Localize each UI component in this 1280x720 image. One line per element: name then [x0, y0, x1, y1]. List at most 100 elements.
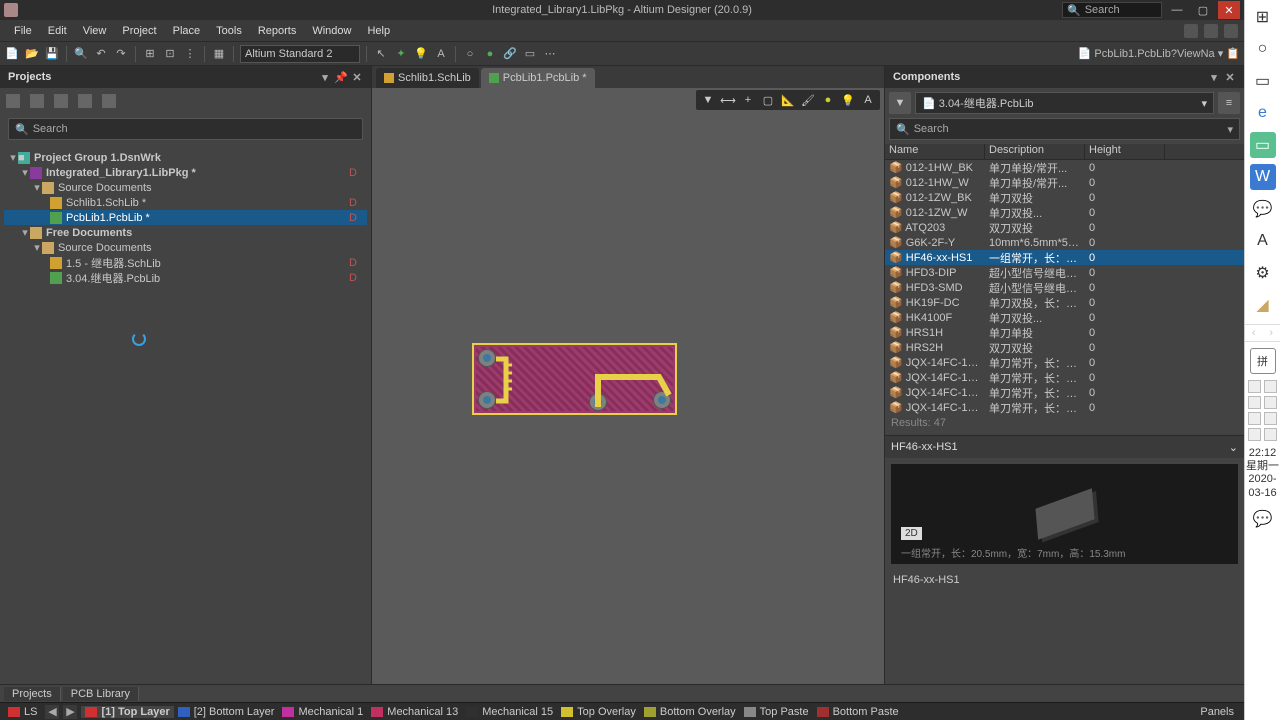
menu-place[interactable]: Place: [165, 23, 209, 39]
component-row[interactable]: 📦 JQX-14FC-1AH_BK单刀常开，长：29m...0: [885, 385, 1244, 400]
col-name-header[interactable]: Name: [885, 144, 985, 159]
tree-file[interactable]: 1.5 - 继电器.SchLibD: [4, 255, 367, 270]
component-row[interactable]: 📦 HK19F-DC单刀双投，长：20.2...0: [885, 295, 1244, 310]
app-green-icon[interactable]: ▭: [1250, 132, 1276, 158]
wechat-icon[interactable]: 💬: [1250, 196, 1276, 222]
text-icon[interactable]: A: [860, 92, 876, 108]
menu-view[interactable]: View: [75, 23, 115, 39]
tree-free-documents[interactable]: ▾ Free Documents: [4, 225, 367, 240]
menu-help[interactable]: Help: [359, 23, 398, 39]
global-search-input[interactable]: 🔍 Search: [1062, 2, 1162, 18]
tray-up-icon[interactable]: ‹: [1252, 327, 1256, 339]
preview-3d-canvas[interactable]: 2D 一组常开，长：20.5mm，宽：7mm，高：15.3mm: [891, 464, 1238, 564]
bulb-icon[interactable]: 💡: [840, 92, 856, 108]
menu-tools[interactable]: Tools: [208, 23, 250, 39]
tray-icon[interactable]: [1248, 396, 1261, 409]
search-os-icon[interactable]: ○: [1250, 36, 1276, 62]
panel-dropdown-icon[interactable]: ▾: [319, 71, 331, 83]
component-row[interactable]: 📦 HRS2H双刀双投0: [885, 340, 1244, 355]
grid-small-icon[interactable]: ⊞: [142, 46, 158, 62]
project-compile-icon[interactable]: [78, 94, 92, 108]
maximize-button[interactable]: ▢: [1192, 1, 1214, 19]
app-d-icon[interactable]: A: [1250, 228, 1276, 254]
grid-large-icon[interactable]: ⊡: [162, 46, 178, 62]
tree-folder[interactable]: ▾ Source Documents: [4, 180, 367, 195]
layer-chip[interactable]: Mechanical 13: [367, 706, 462, 718]
brush-icon[interactable]: 🖌: [800, 92, 816, 108]
save-icon[interactable]: 💾: [44, 46, 60, 62]
pad-1[interactable]: [478, 349, 496, 367]
bulb-icon[interactable]: 💡: [413, 46, 429, 62]
measure-icon[interactable]: 📐: [780, 92, 796, 108]
plus-icon[interactable]: +: [740, 92, 756, 108]
windows-icon[interactable]: ⊞: [1250, 4, 1276, 30]
menu-edit[interactable]: Edit: [40, 23, 75, 39]
preview-header[interactable]: HF46-xx-HS1 ⌄: [885, 436, 1244, 458]
layer-next-icon[interactable]: ▶: [63, 705, 77, 719]
menu-icon[interactable]: ≡: [1218, 92, 1240, 114]
misc-icon[interactable]: ⋯: [542, 46, 558, 62]
text-a-icon[interactable]: A: [433, 46, 449, 62]
rect-icon[interactable]: ▭: [522, 46, 538, 62]
tray-down-icon[interactable]: ›: [1269, 327, 1273, 339]
pcb-canvas[interactable]: ▼ ⟷ + ▢ 📐 🖌 ● 💡 A: [372, 88, 884, 684]
col-desc-header[interactable]: Description: [985, 144, 1085, 159]
tray-icon[interactable]: [1248, 380, 1261, 393]
tray-icon[interactable]: [1264, 396, 1277, 409]
project-open-icon[interactable]: [30, 94, 44, 108]
component-row[interactable]: 📦 HK4100F单刀双投...0: [885, 310, 1244, 325]
circle-icon[interactable]: ○: [462, 46, 478, 62]
tree-file[interactable]: Schlib1.SchLib *D: [4, 195, 367, 210]
component-row[interactable]: 📦 HF46-xx-HS1一组常开，长：20.5...0: [885, 250, 1244, 265]
altium-icon[interactable]: ◢: [1250, 292, 1276, 318]
layer-chip[interactable]: [1] Top Layer: [81, 706, 173, 718]
filter-icon[interactable]: ▼: [889, 92, 911, 114]
link-icon[interactable]: 🔗: [502, 46, 518, 62]
pad-3[interactable]: [589, 393, 607, 411]
layer-chip[interactable]: Top Overlay: [557, 706, 640, 718]
component-row[interactable]: 📦 012-1HW_BK单刀单投/常开...0: [885, 160, 1244, 175]
filter-icon[interactable]: ▼: [700, 92, 716, 108]
component-row[interactable]: 📦 HFD3-DIP超小型信号继电器（...0: [885, 265, 1244, 280]
component-row[interactable]: 📦 012-1HW_W单刀单投/常开...0: [885, 175, 1244, 190]
component-row[interactable]: 📦 ATQ203双刀双投0: [885, 220, 1244, 235]
layer-prev-icon[interactable]: ◀: [45, 705, 59, 719]
layer-chip[interactable]: Mechanical 1: [278, 706, 367, 718]
cog-icon[interactable]: ⚙: [1250, 260, 1276, 286]
tree-file[interactable]: PcbLib1.PcbLib *D: [4, 210, 367, 225]
user-icon[interactable]: [1224, 24, 1238, 38]
menu-reports[interactable]: Reports: [250, 23, 305, 39]
cursor-icon[interactable]: ↖: [373, 46, 389, 62]
grid-preset-select[interactable]: Altium Standard 2: [240, 45, 360, 63]
system-clock[interactable]: 22:12 星期一 2020-03-16: [1245, 447, 1280, 500]
redo-icon[interactable]: ↷: [113, 46, 129, 62]
component-row[interactable]: 📦 012-1ZW_W单刀双投...0: [885, 205, 1244, 220]
component-row[interactable]: 📦 HFD3-SMD超小型信号继电器（...0: [885, 280, 1244, 295]
menu-window[interactable]: Window: [304, 23, 359, 39]
layer-icon[interactable]: ▦: [211, 46, 227, 62]
undo-icon[interactable]: ↶: [93, 46, 109, 62]
tree-folder[interactable]: ▾ Source Documents: [4, 240, 367, 255]
tray-icon[interactable]: [1264, 412, 1277, 425]
panel-close-icon[interactable]: ✕: [351, 71, 363, 83]
new-icon[interactable]: 📄: [4, 46, 20, 62]
projects-search-input[interactable]: 🔍 Search: [8, 118, 363, 140]
task-view-icon[interactable]: ▭: [1250, 68, 1276, 94]
ime-icon[interactable]: 拼: [1250, 348, 1276, 374]
panel-close-icon[interactable]: ✕: [1224, 71, 1236, 83]
library-select[interactable]: 📄 3.04-继电器.PcbLib ▾: [915, 92, 1214, 114]
component-row[interactable]: 📦 JQX-14FC-1A_W单刀常开，长：29m...0: [885, 370, 1244, 385]
layer-stack-button[interactable]: LS: [4, 706, 41, 718]
share-icon[interactable]: [1184, 24, 1198, 38]
pad-4[interactable]: [653, 391, 671, 409]
gear-icon[interactable]: [1204, 24, 1218, 38]
layer-chip[interactable]: Bottom Paste: [813, 706, 903, 718]
tray-volume-icon[interactable]: [1264, 428, 1277, 441]
select-icon[interactable]: ▢: [760, 92, 776, 108]
project-save-icon[interactable]: [54, 94, 68, 108]
highlight-icon[interactable]: ●: [820, 92, 836, 108]
tray-icon[interactable]: [1264, 380, 1277, 393]
edge-icon[interactable]: e: [1250, 100, 1276, 126]
menu-project[interactable]: Project: [114, 23, 164, 39]
green-circle-icon[interactable]: ●: [482, 46, 498, 62]
